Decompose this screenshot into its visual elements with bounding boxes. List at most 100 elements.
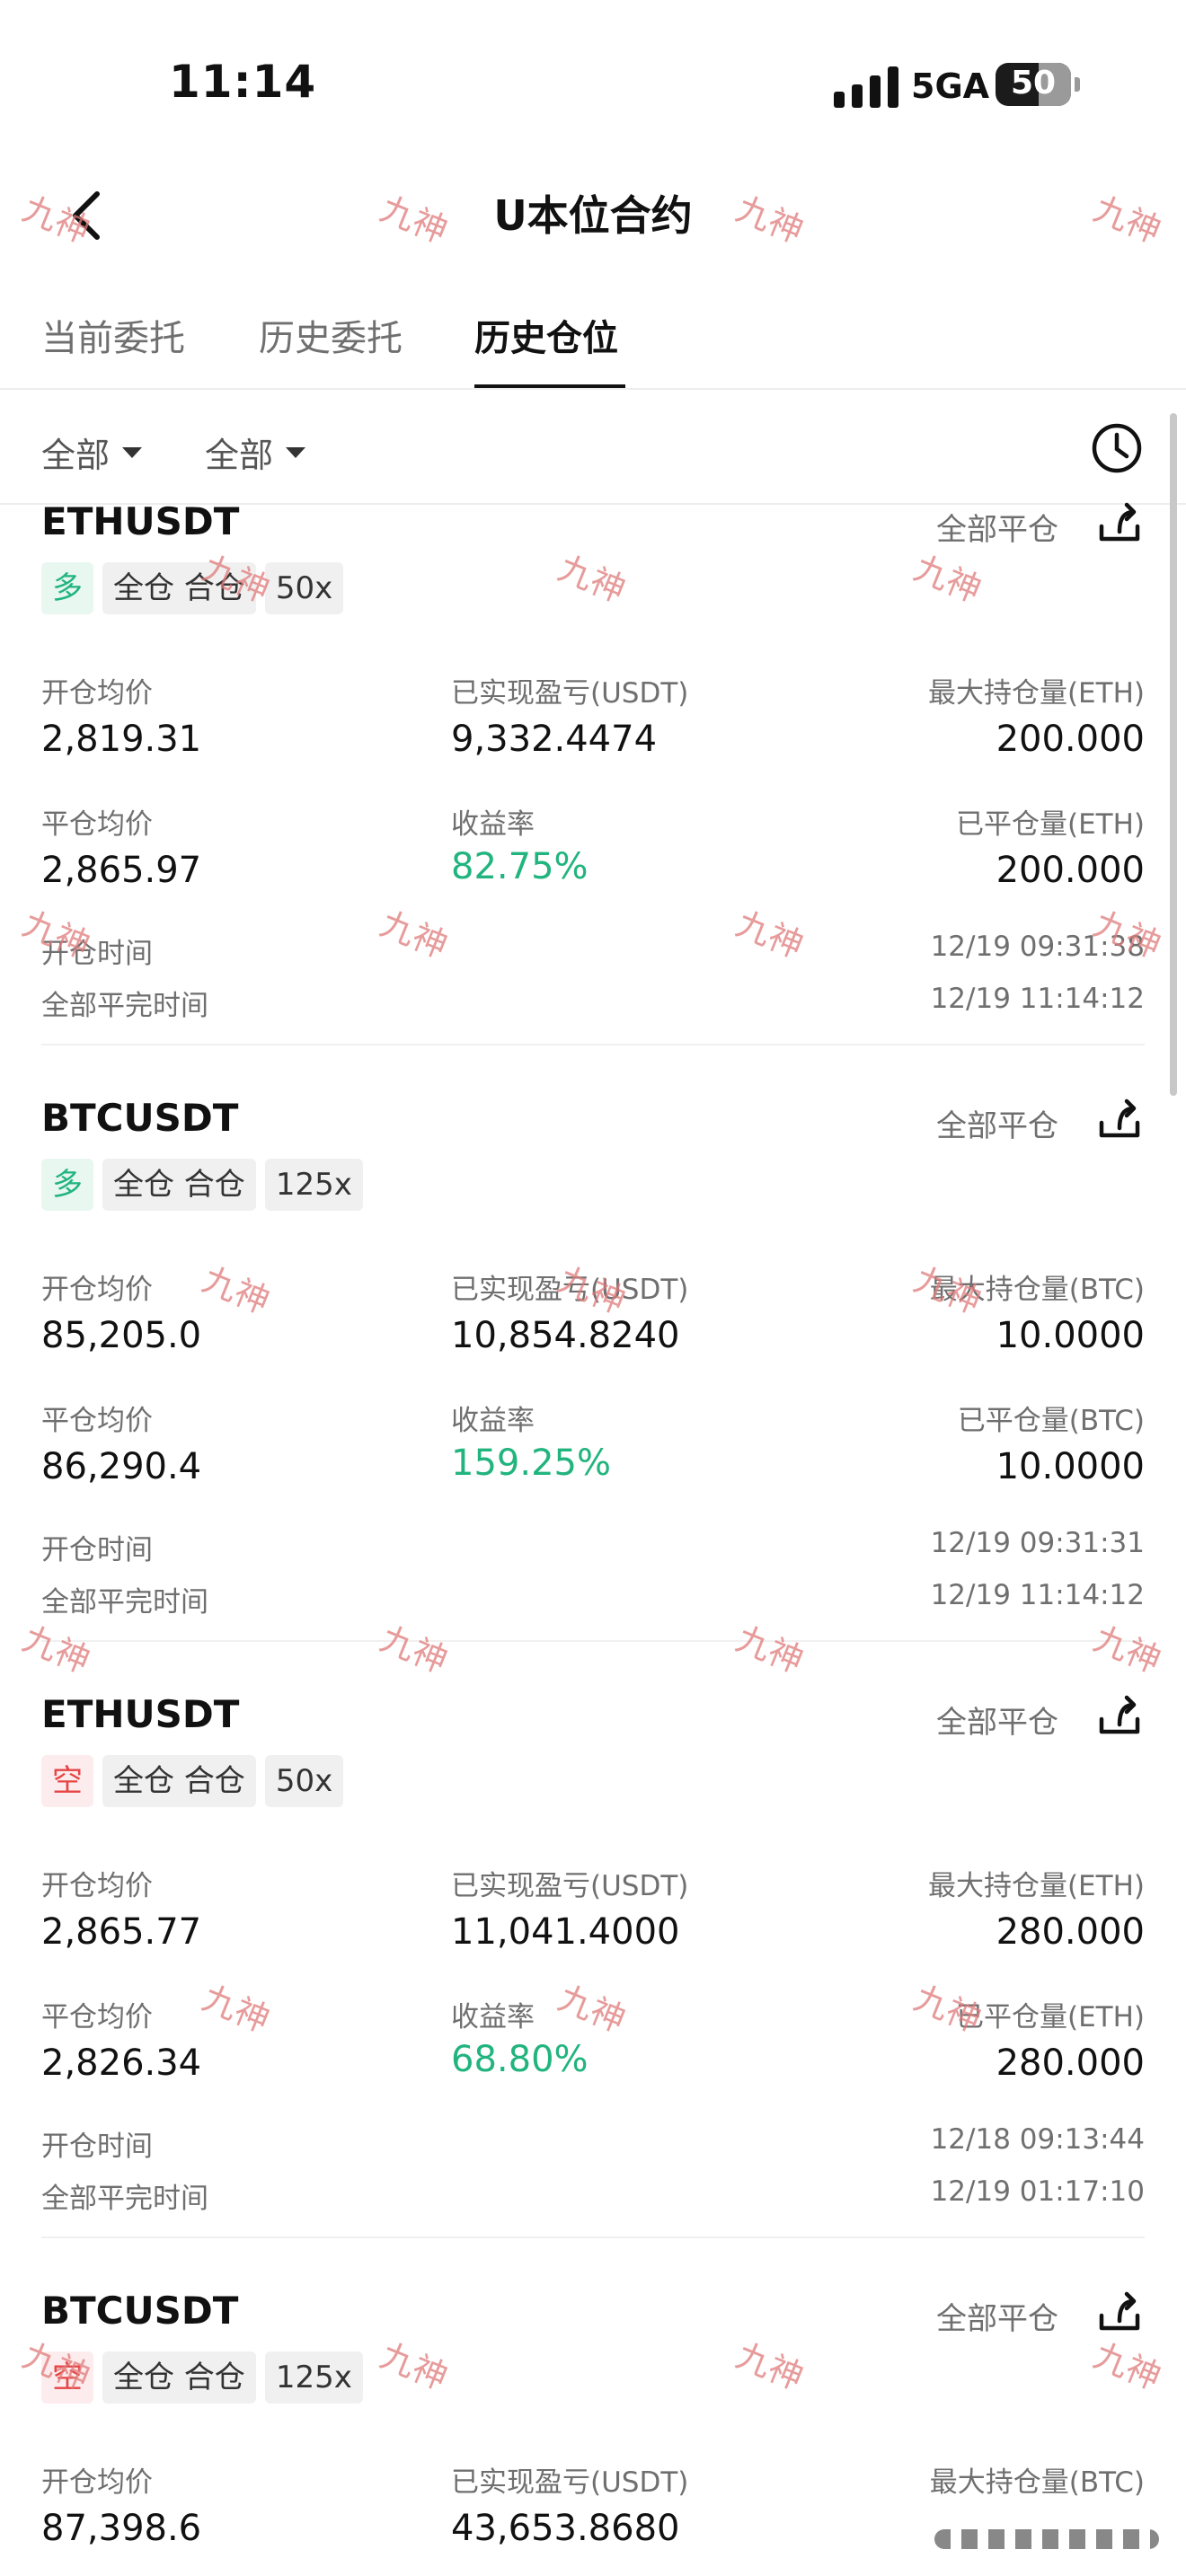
tab-position-history[interactable]: 历史仓位 xyxy=(474,309,618,361)
side-badge: 空 xyxy=(41,1755,93,1807)
pnl-value: 43,653.8680 xyxy=(451,2508,680,2549)
open-time-label: 开仓时间 xyxy=(41,1534,153,1566)
card-divider xyxy=(41,1640,1145,1642)
signal-icon xyxy=(834,66,898,108)
position-symbol: ETHUSDT xyxy=(41,1692,240,1736)
close-avg-value: 86,290.4 xyxy=(41,1446,202,1487)
open-avg-label: 开仓均价 xyxy=(41,2466,153,2499)
pnl-label: 已实现盈亏(USDT) xyxy=(451,677,689,710)
roi-value: 159.25% xyxy=(451,1442,611,1484)
closed-qty-value: 280.000 xyxy=(996,2042,1145,2084)
open-avg-value: 2,865.77 xyxy=(41,1911,202,1953)
side-badge: 空 xyxy=(41,2351,93,2404)
open-avg-label: 开仓均价 xyxy=(41,1274,153,1306)
tab-order-history[interactable]: 历史委托 xyxy=(259,309,403,361)
side-badge: 多 xyxy=(41,562,93,614)
roi-value: 82.75% xyxy=(451,846,589,887)
open-avg-value: 87,398.6 xyxy=(41,2508,202,2549)
close-avg-label: 平仓均价 xyxy=(41,808,153,841)
card-divider xyxy=(41,1044,1145,1045)
position-symbol: BTCUSDT xyxy=(41,2289,239,2333)
open-time-label: 开仓时间 xyxy=(41,938,153,970)
share-icon[interactable] xyxy=(1096,1692,1143,1739)
tabs-divider xyxy=(0,388,1186,390)
closed-qty-value: 200.000 xyxy=(996,850,1145,891)
close-time-label: 全部平完时间 xyxy=(41,2183,208,2215)
status-time: 11:14 xyxy=(169,56,317,108)
max-qty-value: 280.000 xyxy=(996,1911,1145,1953)
open-time-value: 12/19 09:31:31 xyxy=(930,1527,1145,1559)
filter-side-label: 全部 xyxy=(205,436,274,475)
margin-mode-badge: 全仓 合仓 xyxy=(102,2351,256,2404)
caret-down-icon xyxy=(286,446,306,458)
pnl-value: 9,332.4474 xyxy=(451,719,658,760)
open-avg-label: 开仓均价 xyxy=(41,677,153,710)
position-symbol: BTCUSDT xyxy=(41,1096,239,1140)
pnl-label: 已实现盈亏(USDT) xyxy=(451,2466,689,2499)
card-divider xyxy=(41,2236,1145,2238)
leverage-badge: 50x xyxy=(264,1755,344,1807)
roi-label: 收益率 xyxy=(451,2001,535,2033)
share-icon[interactable] xyxy=(1096,1096,1143,1142)
closed-qty-label: 已平仓量(ETH) xyxy=(955,808,1145,841)
pnl-label: 已实现盈亏(USDT) xyxy=(451,1870,689,1902)
close-all-button[interactable]: 全部平仓 xyxy=(936,1698,1058,1742)
close-all-button[interactable]: 全部平仓 xyxy=(936,505,1058,549)
close-avg-label: 平仓均价 xyxy=(41,2001,153,2033)
network-type: 5GA xyxy=(911,66,990,106)
battery-icon: 50 xyxy=(996,63,1071,106)
roi-label: 收益率 xyxy=(451,1405,535,1437)
filter-symbol-dropdown[interactable]: 全部 xyxy=(41,428,143,477)
position-symbol: ETHUSDT xyxy=(41,499,240,543)
close-avg-label: 平仓均价 xyxy=(41,1405,153,1437)
close-time-value: 12/19 01:17:10 xyxy=(930,2175,1145,2208)
close-avg-value: 2,826.34 xyxy=(41,2042,202,2084)
pnl-label: 已实现盈亏(USDT) xyxy=(451,1274,689,1306)
battery-tip xyxy=(1075,77,1080,92)
side-badge: 多 xyxy=(41,1159,93,1211)
open-time-label: 开仓时间 xyxy=(41,2130,153,2163)
margin-mode-badge: 全仓 合仓 xyxy=(102,1755,256,1807)
roi-value: 68.80% xyxy=(451,2039,589,2080)
share-icon[interactable] xyxy=(1096,499,1143,546)
pnl-value: 11,041.4000 xyxy=(451,1911,680,1953)
pnl-value: 10,854.8240 xyxy=(451,1315,680,1356)
margin-mode-badge: 全仓 合仓 xyxy=(102,1159,256,1211)
closed-qty-label: 已平仓量(ETH) xyxy=(955,2001,1145,2033)
margin-mode-badge: 全仓 合仓 xyxy=(102,562,256,614)
leverage-badge: 125x xyxy=(264,2351,363,2404)
max-qty-label: 最大持仓量(BTC) xyxy=(929,1274,1145,1306)
close-time-value: 12/19 11:14:12 xyxy=(930,1579,1145,1611)
tab-current-orders[interactable]: 当前委托 xyxy=(41,309,185,361)
share-icon[interactable] xyxy=(1096,2289,1143,2335)
filter-symbol-label: 全部 xyxy=(41,436,111,475)
leverage-badge: 125x xyxy=(264,1159,363,1211)
open-avg-value: 2,819.31 xyxy=(41,719,202,760)
caret-down-icon xyxy=(122,446,143,458)
page-title: U本位合约 xyxy=(493,191,693,240)
close-avg-value: 2,865.97 xyxy=(41,850,202,891)
closed-qty-label: 已平仓量(BTC) xyxy=(957,1405,1145,1437)
battery-level: 50 xyxy=(1010,65,1057,101)
close-time-label: 全部平完时间 xyxy=(41,1586,208,1619)
open-avg-label: 开仓均价 xyxy=(41,1870,153,1902)
max-qty-label: 最大持仓量(ETH) xyxy=(927,1870,1145,1902)
gesture-bar[interactable] xyxy=(934,2529,1159,2549)
position-card: ETHUSDT 全部平仓 空 全仓 合仓 50x 开仓均价 已实现盈亏(USDT… xyxy=(0,1692,1186,2289)
filter-side-dropdown[interactable]: 全部 xyxy=(205,428,306,477)
clock-icon[interactable] xyxy=(1091,422,1143,474)
max-qty-value: 10.0000 xyxy=(996,1315,1145,1356)
close-all-button[interactable]: 全部平仓 xyxy=(936,1101,1058,1145)
open-time-value: 12/19 09:31:38 xyxy=(930,931,1145,963)
close-all-button[interactable]: 全部平仓 xyxy=(936,2294,1058,2338)
max-qty-value: 200.000 xyxy=(996,719,1145,760)
close-time-value: 12/19 11:14:12 xyxy=(930,983,1145,1015)
close-time-label: 全部平完时间 xyxy=(41,990,208,1022)
open-avg-value: 85,205.0 xyxy=(41,1315,202,1356)
roi-label: 收益率 xyxy=(451,808,535,841)
closed-qty-value: 10.0000 xyxy=(996,1446,1145,1487)
position-card: BTCUSDT 全部平仓 多 全仓 合仓 125x 开仓均价 已实现盈亏(USD… xyxy=(0,1096,1186,1692)
max-qty-label: 最大持仓量(ETH) xyxy=(927,677,1145,710)
position-card: ETHUSDT 全部平仓 多 全仓 合仓 50x 开仓均价 已实现盈亏(USDT… xyxy=(0,499,1186,1096)
max-qty-label: 最大持仓量(BTC) xyxy=(929,2466,1145,2499)
